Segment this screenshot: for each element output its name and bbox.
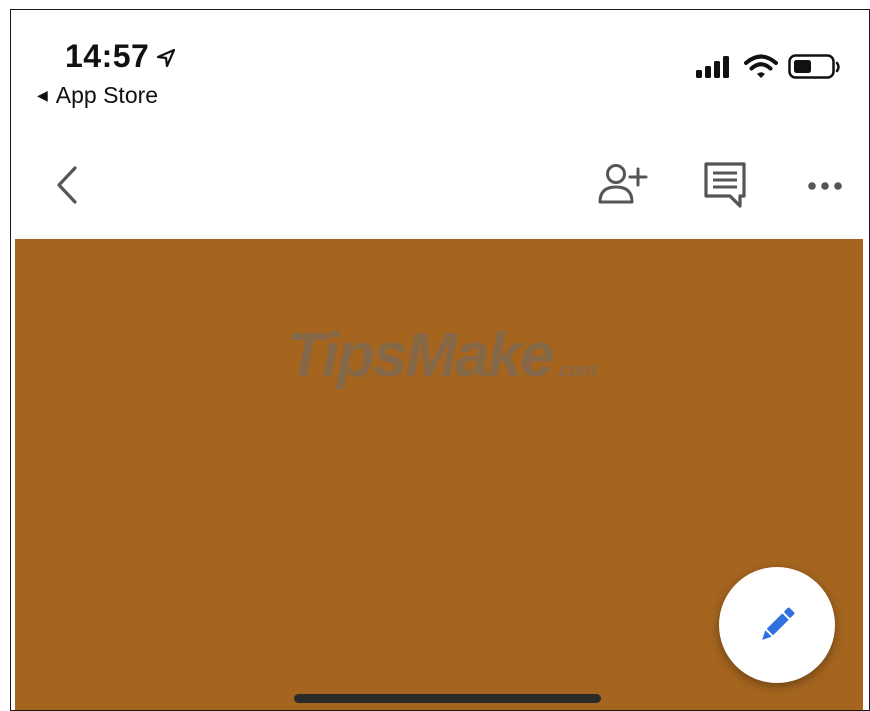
status-indicators [696,54,842,80]
back-app-label: App Store [55,82,159,108]
add-person-icon [598,164,648,204]
back-to-app-store[interactable]: ◀ App Store [37,82,158,109]
status-time-text: 14:57 [65,38,150,74]
watermark-logo: TipsMake .com [287,325,596,387]
watermark-main: TipsMake [287,321,554,390]
back-chevron-icon [57,166,77,204]
back-button[interactable] [47,160,87,210]
battery-icon [788,54,840,79]
location-arrow-icon [157,48,176,67]
comments-button[interactable] [701,160,749,215]
comments-icon [704,162,746,208]
share-add-person-button[interactable] [596,162,648,213]
status-time: 14:57 [65,38,177,75]
home-indicator[interactable] [294,694,601,703]
app-screen: 14:57 ◀ App Store TipsMake .com [10,9,870,711]
watermark-suffix: .com [554,360,597,380]
more-options-button[interactable] [807,178,843,196]
more-icon [808,182,842,190]
document-toolbar [11,140,869,240]
pencil-icon [762,607,795,640]
edit-fab-button[interactable] [719,567,835,683]
wifi-icon [744,54,778,78]
signal-bars-icon [696,56,729,78]
back-triangle-icon: ◀ [37,87,48,103]
